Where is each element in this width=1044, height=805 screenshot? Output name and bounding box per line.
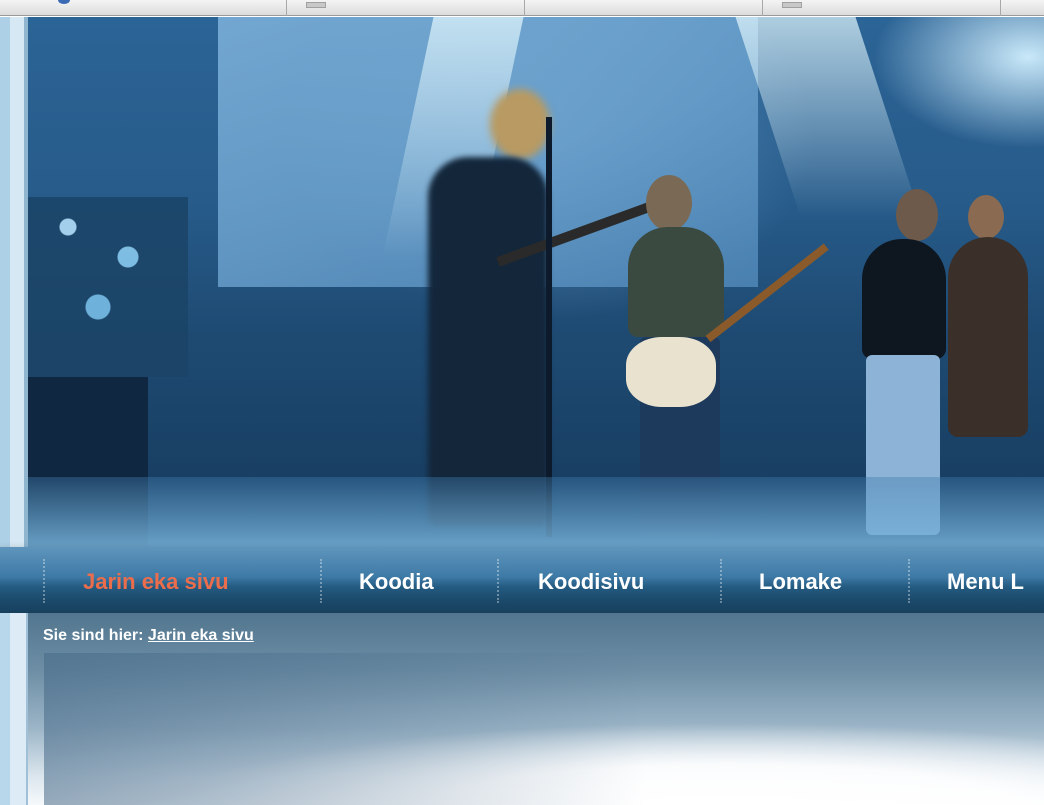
nav-item-menu-l[interactable]: Menu L — [947, 569, 1024, 595]
guitarist-head — [490, 89, 550, 159]
strip-divider — [286, 0, 287, 16]
nav-item-lomake[interactable]: Lomake — [759, 569, 842, 595]
strip-divider — [1000, 0, 1001, 16]
browser-icon — [58, 0, 70, 4]
mic-stand — [546, 117, 552, 537]
browser-top-strip — [0, 0, 1044, 16]
page-left-border — [0, 17, 28, 547]
nav-item-koodisivu[interactable]: Koodisivu — [538, 569, 644, 595]
content-gradient — [44, 653, 1044, 805]
bassist-shirt — [628, 227, 724, 337]
violinist — [948, 237, 1028, 437]
nav-item-jarin-eka-sivu[interactable]: Jarin eka sivu — [83, 569, 229, 595]
strip-handle[interactable] — [782, 2, 802, 8]
stage-floor — [28, 477, 1044, 547]
guitarist-left — [428, 157, 548, 527]
main-navigation: Jarin eka sivu Koodia Koodisivu Lomake M… — [0, 547, 1044, 613]
singer-shirt — [862, 239, 946, 359]
hero-concert-photo — [28, 17, 1044, 547]
nav-separator — [720, 559, 722, 603]
breadcrumb: Sie sind hier: Jarin eka sivu — [43, 627, 254, 645]
light-beam — [735, 17, 921, 217]
strip-divider — [524, 0, 525, 16]
nav-separator — [43, 559, 45, 603]
strip-handle[interactable] — [306, 2, 326, 8]
nav-separator — [908, 559, 910, 603]
nav-item-koodia[interactable]: Koodia — [359, 569, 434, 595]
singer-head — [896, 189, 938, 241]
bass-guitar-body — [626, 337, 716, 407]
nav-separator — [320, 559, 322, 603]
breadcrumb-link-jarin-eka-sivu[interactable]: Jarin eka sivu — [148, 627, 254, 644]
bassist-head — [646, 175, 692, 231]
violinist-head — [968, 195, 1004, 239]
breadcrumb-prefix: Sie sind hier: — [43, 627, 144, 644]
nav-separator — [497, 559, 499, 603]
drum-kit — [28, 197, 188, 377]
strip-divider — [762, 0, 763, 16]
